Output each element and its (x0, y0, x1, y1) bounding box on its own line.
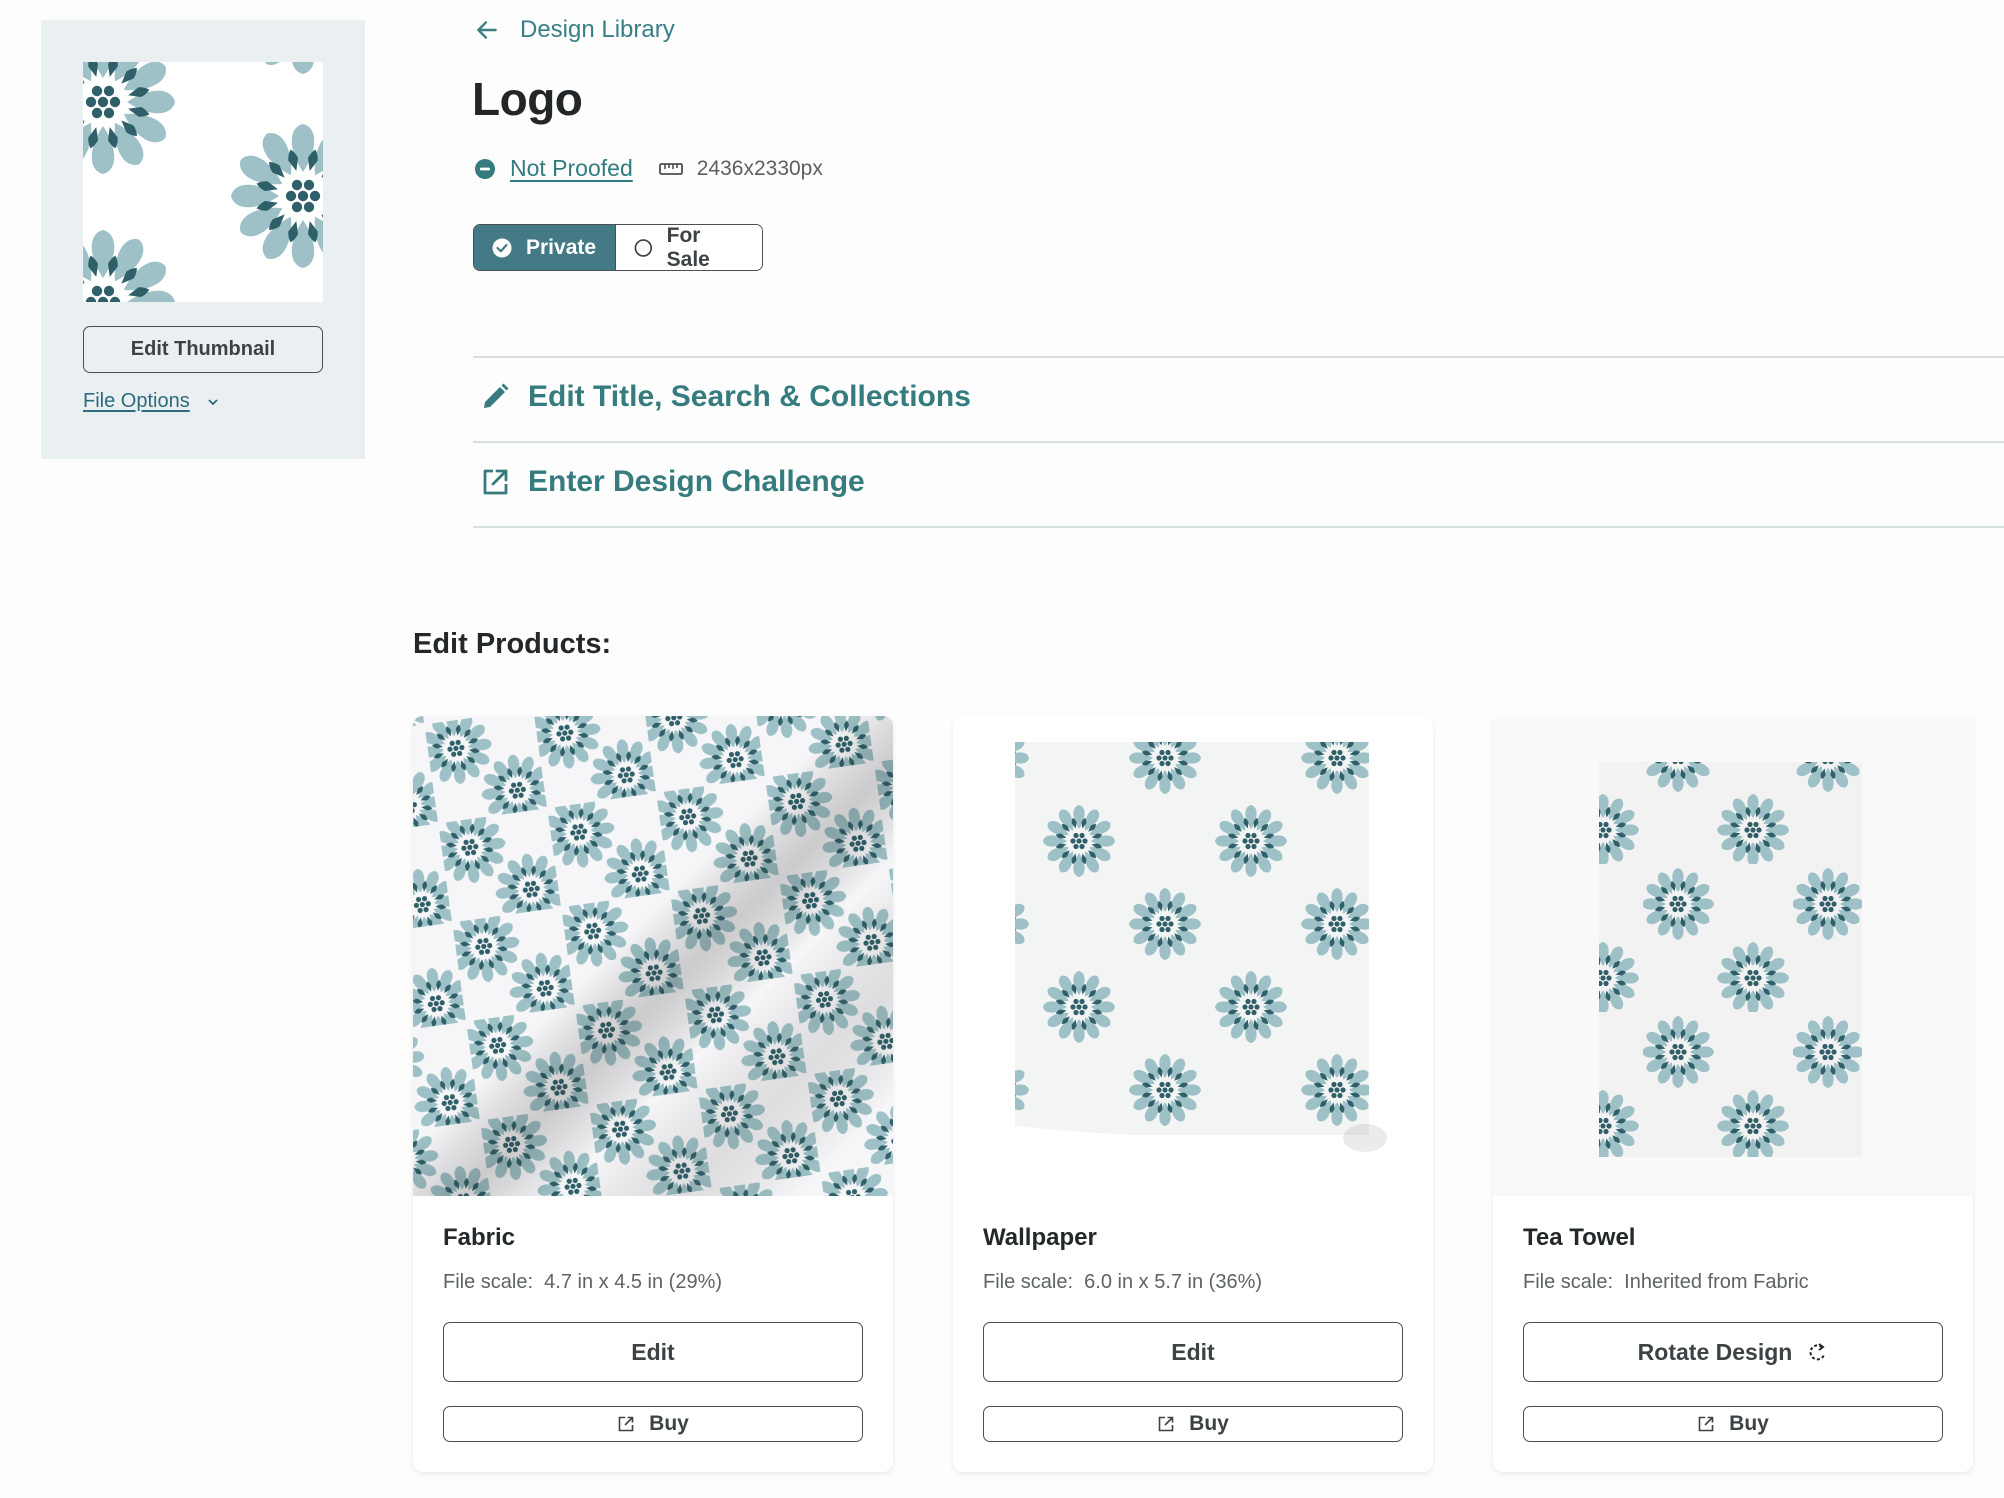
minus-circle-icon (475, 158, 495, 179)
visibility-private-option[interactable]: Private (474, 225, 615, 270)
external-link-icon (1158, 1416, 1174, 1432)
product-card-fabric: Fabric File scale: 4.7 in x 4.5 in (29%)… (413, 716, 893, 1472)
product-file-scale: File scale: 6.0 in x 5.7 in (36%) (983, 1271, 1263, 1293)
external-link-icon (1698, 1416, 1714, 1432)
back-link-label: Design Library (520, 16, 675, 43)
enter-design-challenge-link[interactable]: Enter Design Challenge (480, 465, 865, 499)
buy-fabric-button[interactable]: Buy (443, 1406, 863, 1442)
design-status-row: Not Proofed 2436x2330px (474, 155, 823, 182)
pencil-icon (484, 383, 509, 408)
edit-products-heading: Edit Products: (413, 628, 612, 660)
wallpaper-preview-image (953, 716, 1433, 1196)
page-title: Logo (472, 73, 583, 125)
private-label: Private (526, 235, 597, 259)
edit-title-label: Edit Title, Search & Collections (528, 380, 971, 413)
divider (473, 526, 2004, 528)
radio-empty-icon (634, 238, 653, 257)
rotate-icon (1809, 1343, 1826, 1361)
tea-towel-preview-image (1493, 716, 1973, 1196)
edit-thumbnail-button[interactable]: Edit Thumbnail (83, 326, 323, 373)
product-name: Wallpaper (983, 1224, 1097, 1251)
enter-challenge-label: Enter Design Challenge (528, 465, 865, 498)
product-file-scale: File scale: Inherited from Fabric (1523, 1271, 1809, 1293)
chevron-down-icon (208, 398, 218, 405)
divider (473, 356, 2004, 358)
design-sidebar: Edit Thumbnail File Options (41, 20, 365, 459)
thumbnail-pattern (83, 62, 323, 302)
arrow-left-icon (477, 21, 497, 39)
file-options-dropdown[interactable]: File Options (83, 390, 220, 413)
product-name: Tea Towel (1523, 1224, 1636, 1251)
edit-wallpaper-button[interactable]: Edit (983, 1322, 1403, 1382)
external-link-icon (483, 469, 508, 495)
rotate-design-button[interactable]: Rotate Design (1523, 1322, 1943, 1382)
back-to-design-library[interactable]: Design Library (474, 16, 675, 44)
product-card-tea-towel: Tea Towel File scale: Inherited from Fab… (1493, 716, 1973, 1472)
edit-fabric-button[interactable]: Edit (443, 1322, 863, 1382)
file-options-link[interactable]: File Options (83, 390, 190, 413)
ruler-icon (658, 162, 683, 175)
product-card-wallpaper: Wallpaper File scale: 6.0 in x 5.7 in (3… (953, 716, 1433, 1472)
product-name: Fabric (443, 1224, 516, 1251)
visibility-for-sale-option[interactable]: For Sale (615, 225, 762, 270)
design-thumbnail (83, 62, 323, 302)
external-link-icon (618, 1416, 634, 1432)
check-circle-icon (492, 238, 512, 257)
for-sale-label: For Sale (666, 224, 710, 271)
design-dimensions: 2436x2330px (696, 156, 823, 180)
proof-status-link[interactable]: Not Proofed (510, 155, 633, 182)
buy-wallpaper-button[interactable]: Buy (983, 1406, 1403, 1442)
divider (473, 441, 2004, 443)
visibility-toggle: Private For Sale (473, 224, 763, 271)
product-file-scale: File scale: 4.7 in x 4.5 in (29%) (443, 1271, 723, 1293)
fabric-preview-image (413, 716, 893, 1196)
edit-title-search-collections-link[interactable]: Edit Title, Search & Collections (480, 380, 971, 414)
buy-tea-towel-button[interactable]: Buy (1523, 1406, 1943, 1442)
